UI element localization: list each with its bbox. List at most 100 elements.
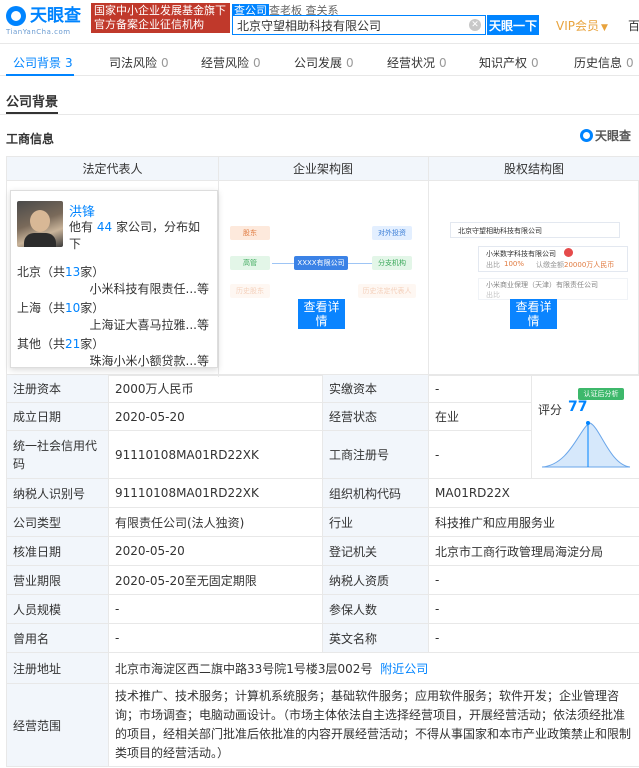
diagram-node-shareholder: 股东 (230, 226, 270, 240)
table-row: 纳税人识别号 91110108MA01RD22XK 组织机构代码 MA01RD2… (6, 478, 639, 508)
field-value: - (108, 623, 323, 653)
equity-diagram[interactable]: 北京守望相助科技有限公司 小米数字科技有限公司 出比 100% 认缴金额 200… (440, 196, 636, 306)
credential-banner: 国家中小企业发展基金旗下 官方备案企业征信机构 (91, 3, 230, 33)
table-row: 注册资本 2000万人民币 实缴资本 - 认证后分析 评分 77 (6, 374, 639, 479)
diagram-connector (348, 263, 372, 264)
region-beijing: 北京（共13家） (17, 265, 105, 279)
equity-ratio-label: 出比 (486, 291, 500, 299)
region-other: 其他（共21家） (17, 337, 105, 351)
top-header: 天眼查 TianYanCha.com 国家中小企业发展基金旗下 官方备案企业征信… (0, 0, 639, 44)
field-label: 注册资本 (6, 374, 109, 403)
field-value: - (428, 594, 639, 624)
company-count: 44 (96, 220, 113, 234)
field-label: 注册地址 (6, 652, 109, 684)
field-label: 参保人数 (322, 594, 429, 624)
vip-menu[interactable]: VIP会员 ▼ (556, 17, 608, 34)
field-value: 北京市工商行政管理局海淀分局 (428, 536, 639, 566)
legal-rep-summary: 他有 44 家公司，分布如下 (69, 220, 200, 251)
equity-ratio: 100% (504, 260, 525, 268)
eye-logo-icon (6, 6, 26, 26)
tab-business-status[interactable]: 经营状况 0 (387, 54, 447, 71)
equity-capital: 20000万人民币 (564, 261, 615, 269)
field-value: 科技推广和应用服务业 (428, 507, 639, 537)
tab-company-development[interactable]: 公司发展 0 (294, 54, 354, 71)
field-label: 营业期限 (6, 565, 109, 595)
address-cell: 北京市海淀区西二旗中路33号院1号楼3层002号 附近公司 (108, 652, 639, 684)
legal-rep-name[interactable]: 洪锋 (69, 201, 95, 220)
score-value: 77 (568, 398, 588, 415)
score-cell[interactable]: 认证后分析 评分 77 (531, 374, 639, 479)
logo-domain: TianYanCha.com (6, 28, 71, 36)
field-label: 成立日期 (6, 402, 109, 431)
field-value: - (428, 430, 532, 479)
field-value: 2000万人民币 (108, 374, 323, 403)
diagram-node-investment: 对外投资 (372, 226, 412, 240)
diagram-node-executive: 高管 (230, 256, 270, 270)
equity-ratio-label: 出比 (486, 261, 500, 269)
field-label: 英文名称 (322, 623, 429, 653)
nearby-companies-link[interactable]: 附近公司 (380, 662, 428, 676)
region-beijing-company[interactable]: 小米科技有限责任...等 (90, 280, 209, 297)
tab-intellectual-property[interactable]: 知识产权 0 (479, 54, 539, 71)
view-architecture-button[interactable]: 查看详情 (298, 299, 345, 329)
tab-history[interactable]: 历史信息 0 (574, 54, 634, 71)
nav-item-cut[interactable]: 百 (628, 17, 639, 34)
field-label: 纳税人资质 (322, 565, 429, 595)
diagram-node-history-legal-rep: 历史法定代表人 (358, 284, 416, 298)
field-value: 91110108MA01RD22XK (108, 478, 323, 508)
section-divider (0, 114, 639, 115)
search-button[interactable]: 天眼一下 (487, 15, 539, 35)
field-value: - (108, 594, 323, 624)
column-divider (218, 157, 219, 377)
table-row: 经营范围 技术推广、技术服务；计算机系统服务；基础软件服务；应用软件服务；软件开… (6, 683, 639, 767)
field-label: 人员规模 (6, 594, 109, 624)
business-info-table: 注册资本 2000万人民币 实缴资本 - 认证后分析 评分 77 成立日期 20… (6, 374, 639, 767)
field-label: 纳税人识别号 (6, 478, 109, 508)
architecture-diagram[interactable]: 股东 高管 历史股东 XXXX有限公司 对外投资 分支机构 历史法定代表人 (222, 196, 418, 306)
equity-child-name: 小米数字科技有限公司 (486, 250, 556, 258)
diagram-connector (272, 263, 294, 264)
region-shanghai: 上海（共10家） (17, 301, 105, 315)
chevron-down-icon: ▼ (601, 23, 608, 33)
logo-text: 天眼查 (30, 6, 81, 26)
avatar[interactable] (17, 201, 63, 247)
eye-logo-icon (580, 129, 593, 142)
column-divider (428, 157, 429, 377)
field-value: 91110108MA01RD22XK (108, 430, 323, 479)
field-label: 实缴资本 (322, 374, 429, 403)
equity-child-name: 小米商业保理（天津）有限责任公司 (486, 281, 598, 289)
field-label: 曾用名 (6, 623, 109, 653)
diagram-node-history-shareholder: 历史股东 (230, 284, 270, 298)
equity-diagram-header: 股权结构图 (428, 157, 639, 181)
region-shanghai-company[interactable]: 上海证大喜马拉雅...等 (90, 316, 209, 333)
clear-icon[interactable]: ✕ (469, 19, 481, 31)
score-distribution-icon (541, 420, 631, 467)
equity-root-name: 北京守望相助科技有限公司 (458, 227, 542, 235)
business-scope-value: 技术推广、技术服务；计算机系统服务；基础软件服务；应用软件服务；软件开发；企业管… (108, 683, 639, 767)
tab-legal-risk[interactable]: 司法风险 0 (109, 54, 169, 71)
region-other-company[interactable]: 珠海小米小额贷款...等 (90, 352, 209, 369)
tab-business-risk[interactable]: 经营风险 0 (201, 54, 261, 71)
field-value: - (428, 623, 639, 653)
field-value: 2020-05-20 (108, 536, 323, 566)
tab-company-background[interactable]: 公司背景 3 (13, 54, 73, 71)
business-info-title: 工商信息 (6, 132, 55, 146)
field-value: 在业 (428, 402, 532, 431)
field-value: - (428, 565, 639, 595)
search-input[interactable] (233, 16, 463, 34)
field-label: 公司类型 (6, 507, 109, 537)
company-tabs: 公司背景 3 司法风险 0 经营风险 0 公司发展 0 经营状况 0 知识产权 0 历史信息… (0, 50, 639, 76)
field-value: 有限责任公司(法人独资) (108, 507, 323, 537)
active-tab-indicator (6, 74, 74, 76)
view-equity-button[interactable]: 查看详情 (510, 299, 557, 329)
field-label: 登记机关 (322, 536, 429, 566)
field-label: 行业 (322, 507, 429, 537)
legal-rep-card: 洪锋 他有 44 家公司，分布如下 北京（共13家） 小米科技有限责任...等 … (10, 190, 218, 368)
section-title: 公司背景 (6, 95, 59, 110)
table-row: 注册地址 北京市海淀区西二旗中路33号院1号楼3层002号 附近公司 (6, 652, 639, 684)
table-row: 人员规模 - 参保人数 - (6, 594, 639, 624)
table-row: 公司类型 有限责任公司(法人独资) 行业 科技推广和应用服务业 (6, 507, 639, 537)
table-row: 营业期限 2020-05-20至无固定期限 纳税人资质 - (6, 565, 639, 595)
site-logo[interactable]: 天眼查 (6, 6, 81, 26)
field-label: 经营范围 (6, 683, 109, 767)
